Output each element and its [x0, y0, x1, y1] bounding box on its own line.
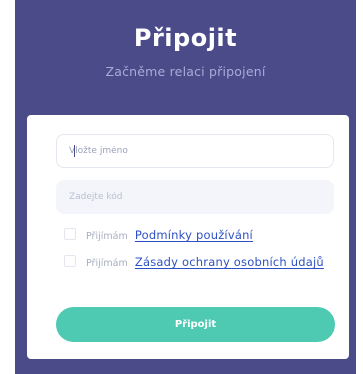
connect-button[interactable]: Připojit — [56, 307, 335, 342]
text-caret — [74, 145, 75, 157]
connect-form-card: Přijímám Podmínky používání Přijímám Zás… — [27, 115, 349, 359]
terms-checkbox[interactable] — [64, 228, 76, 240]
terms-text: Přijímám Podmínky používání — [86, 228, 326, 244]
screen: Připojit Začněme relaci připojení Přijím… — [0, 0, 363, 374]
page-title: Připojit — [133, 24, 238, 52]
privacy-text: Přijímám Zásady ochrany osobních údajů — [86, 252, 326, 274]
name-input[interactable] — [56, 134, 334, 168]
privacy-checkbox[interactable] — [64, 255, 76, 267]
page-subtitle: Začněme relaci připojení — [105, 64, 266, 79]
privacy-link[interactable]: Zásady ochrany osobních údajů — [135, 255, 324, 269]
terms-link[interactable]: Podmínky používání — [135, 228, 253, 242]
terms-accept-label: Přijímám — [86, 231, 128, 242]
code-input[interactable] — [56, 180, 334, 214]
privacy-accept-label: Přijímám — [86, 258, 128, 269]
